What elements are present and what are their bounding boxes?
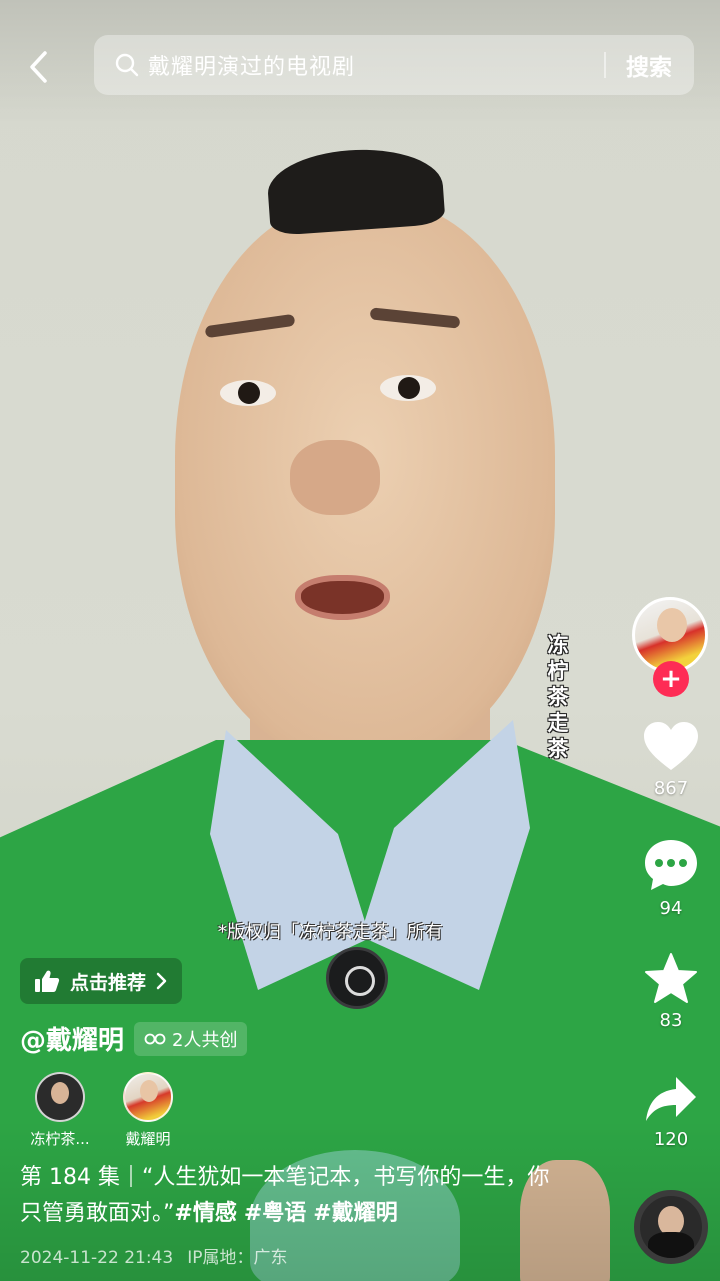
- author-handle[interactable]: @戴耀明: [20, 1020, 124, 1057]
- music-disc-body: [648, 1232, 694, 1258]
- search-button[interactable]: 搜索: [626, 48, 672, 82]
- recommend-label: 点击推荐: [70, 971, 147, 994]
- video-eye-right: [380, 375, 436, 401]
- post-meta: 2024-11-22 21:43 IP属地：广东: [20, 1243, 287, 1268]
- link-icon: [144, 1033, 166, 1044]
- cocreator-name: 冻柠茶...: [30, 1130, 90, 1148]
- cocreate-badge[interactable]: 2人共创: [134, 1021, 248, 1056]
- follow-button[interactable]: +: [653, 661, 689, 697]
- star-icon: [645, 953, 697, 1003]
- video-nose: [290, 440, 380, 515]
- video-caption[interactable]: 第 184 集 “人生犹如一本笔记本，书写你的一生，你只管勇敢面对。”#情感 #粤…: [20, 1160, 560, 1232]
- search-icon: [114, 52, 140, 78]
- post-datetime: 2024-11-22 21:43: [20, 1248, 174, 1268]
- chevron-right-icon: [156, 972, 167, 990]
- chevron-left-icon: [30, 51, 47, 83]
- author-avatar-image: [657, 608, 687, 642]
- comment-button[interactable]: 94: [630, 838, 712, 919]
- share-count: 120: [653, 1129, 689, 1150]
- cocreator-item[interactable]: 冻柠茶...: [20, 1072, 100, 1149]
- video-mouth: [295, 575, 390, 620]
- search-query[interactable]: 戴耀明演过的电视剧: [148, 49, 604, 81]
- thumbs-up-icon: [35, 970, 60, 992]
- like-button[interactable]: 867: [630, 720, 712, 799]
- cocreator-list: 冻柠茶... 戴耀明: [20, 1072, 196, 1149]
- video-lapel-mic: [326, 947, 388, 1009]
- hashtag[interactable]: #粤语: [244, 1201, 306, 1226]
- comment-icon: [645, 840, 697, 890]
- search-bar[interactable]: 戴耀明演过的电视剧 搜索: [94, 35, 694, 95]
- video-hair: [265, 143, 446, 237]
- episode-divider: [129, 1165, 132, 1187]
- cocreator-item[interactable]: 戴耀明: [108, 1072, 188, 1149]
- recommend-button[interactable]: 点击推荐: [20, 958, 183, 1004]
- cocreate-label: 2人共创: [172, 1029, 238, 1051]
- like-count: 867: [653, 778, 689, 799]
- ip-location: IP属地：广东: [187, 1248, 288, 1268]
- video-eye-left: [220, 380, 276, 406]
- favorite-count: 83: [659, 1010, 683, 1031]
- episode-number[interactable]: 第 184 集: [20, 1165, 120, 1190]
- search-divider: [604, 52, 606, 78]
- comment-count: 94: [659, 898, 683, 919]
- vertical-watermark: 冻柠茶走茶: [547, 632, 569, 761]
- share-button[interactable]: 120: [630, 1075, 712, 1150]
- author-row: @戴耀明 2人共创: [20, 1020, 248, 1057]
- back-button[interactable]: [20, 46, 58, 88]
- cocreator-name: 戴耀明: [125, 1130, 171, 1148]
- favorite-button[interactable]: 83: [630, 952, 712, 1031]
- hashtag[interactable]: #情感: [174, 1201, 236, 1226]
- cocreator-avatar: [35, 1072, 85, 1122]
- share-icon: [646, 1077, 696, 1121]
- copyright-watermark: *版权归「冻柠茶走茶」所有: [218, 922, 443, 943]
- heart-icon: [644, 722, 698, 770]
- cocreator-avatar: [123, 1072, 173, 1122]
- hashtag[interactable]: #戴耀明: [313, 1201, 397, 1226]
- music-disc[interactable]: [634, 1190, 708, 1264]
